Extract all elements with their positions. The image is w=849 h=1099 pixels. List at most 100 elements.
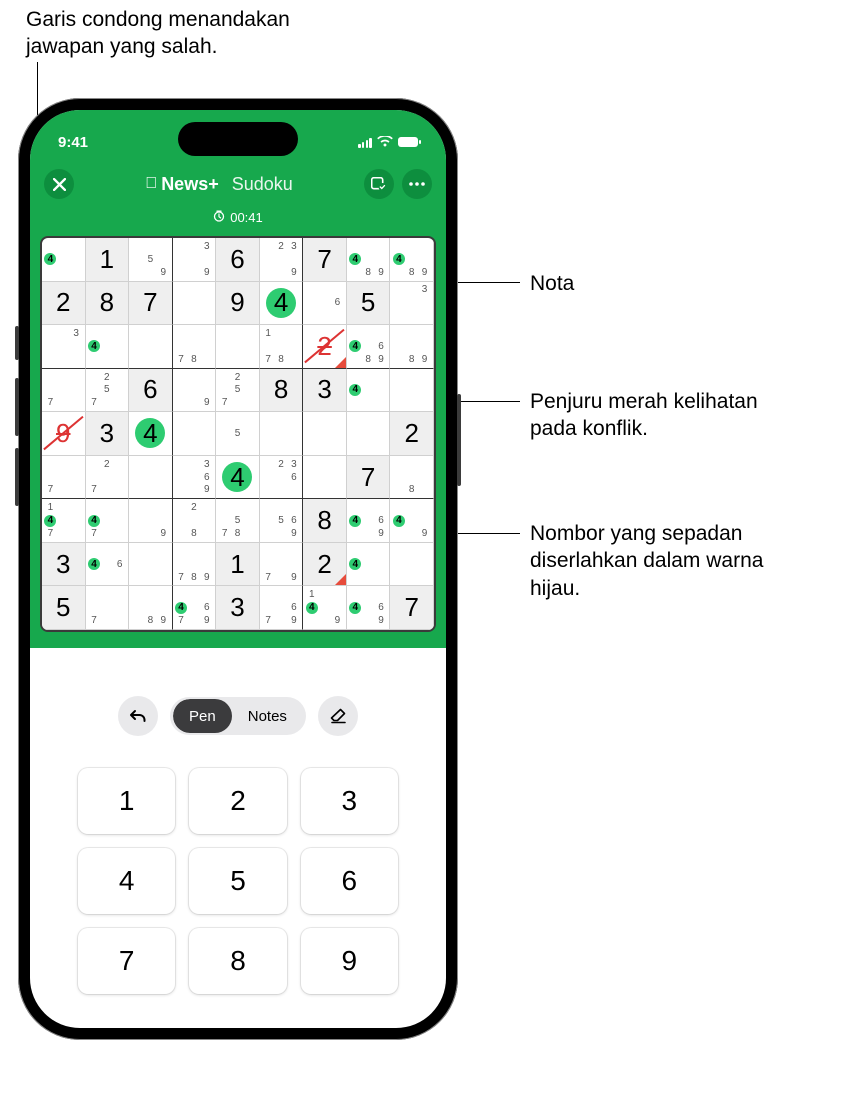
cell-r4-c8[interactable]: 2	[390, 412, 434, 456]
cell-r8-c4[interactable]: 3	[216, 586, 260, 630]
key-8[interactable]: 8	[189, 928, 286, 994]
cell-r1-c2[interactable]: 7	[129, 282, 173, 326]
cell-r5-c5[interactable]: 236	[260, 456, 304, 500]
cell-r2-c8[interactable]: 89	[390, 325, 434, 369]
cell-r4-c0[interactable]: 9	[42, 412, 86, 456]
cell-r1-c5[interactable]: 4	[260, 282, 304, 326]
cell-r6-c6[interactable]: 8	[303, 499, 347, 543]
cell-r7-c1[interactable]: 46	[86, 543, 130, 587]
cell-r5-c7[interactable]: 7	[347, 456, 391, 500]
cell-r0-c1[interactable]: 1	[86, 238, 130, 282]
key-6[interactable]: 6	[301, 848, 398, 914]
sudoku-board[interactable]: 4159396239748948928794653347817824689897…	[40, 236, 436, 632]
cell-r8-c1[interactable]: 7	[86, 586, 130, 630]
cell-r5-c4[interactable]: 4	[216, 456, 260, 500]
cell-r8-c7[interactable]: 469	[347, 586, 391, 630]
cell-r3-c4[interactable]: 257	[216, 369, 260, 413]
cell-r3-c5[interactable]: 8	[260, 369, 304, 413]
cell-r6-c5[interactable]: 569	[260, 499, 304, 543]
check-button[interactable]	[364, 169, 394, 199]
cell-r2-c5[interactable]: 178	[260, 325, 304, 369]
cell-r6-c2[interactable]: 9	[129, 499, 173, 543]
cell-r3-c1[interactable]: 257	[86, 369, 130, 413]
cell-r8-c2[interactable]: 89	[129, 586, 173, 630]
cell-r6-c3[interactable]: 28	[173, 499, 217, 543]
cell-r6-c7[interactable]: 469	[347, 499, 391, 543]
cell-r7-c7[interactable]: 4	[347, 543, 391, 587]
cell-r3-c0[interactable]: 7	[42, 369, 86, 413]
cell-r7-c5[interactable]: 79	[260, 543, 304, 587]
mode-notes[interactable]: Notes	[232, 699, 303, 733]
cell-r2-c1[interactable]: 4	[86, 325, 130, 369]
cell-r2-c4[interactable]	[216, 325, 260, 369]
mode-pen[interactable]: Pen	[173, 699, 232, 733]
cell-r7-c2[interactable]	[129, 543, 173, 587]
cell-r8-c6[interactable]: 149	[303, 586, 347, 630]
cell-r5-c8[interactable]: 8	[390, 456, 434, 500]
more-button[interactable]	[402, 169, 432, 199]
cell-r3-c7[interactable]: 4	[347, 369, 391, 413]
cell-r5-c2[interactable]	[129, 456, 173, 500]
cell-r4-c1[interactable]: 3	[86, 412, 130, 456]
key-7[interactable]: 7	[78, 928, 175, 994]
cell-r4-c2[interactable]: 4	[129, 412, 173, 456]
cell-r0-c2[interactable]: 59	[129, 238, 173, 282]
cell-r3-c3[interactable]: 9	[173, 369, 217, 413]
cell-r6-c4[interactable]: 578	[216, 499, 260, 543]
cell-r4-c5[interactable]	[260, 412, 304, 456]
cell-r2-c2[interactable]	[129, 325, 173, 369]
cell-r6-c8[interactable]: 49	[390, 499, 434, 543]
key-4[interactable]: 4	[78, 848, 175, 914]
undo-button[interactable]	[118, 696, 158, 736]
cell-r0-c3[interactable]: 39	[173, 238, 217, 282]
cell-r1-c0[interactable]: 2	[42, 282, 86, 326]
cell-value: 7	[317, 244, 331, 275]
cell-r6-c0[interactable]: 147	[42, 499, 86, 543]
cell-r8-c8[interactable]: 7	[390, 586, 434, 630]
cell-r8-c3[interactable]: 4679	[173, 586, 217, 630]
cell-r4-c4[interactable]: 5	[216, 412, 260, 456]
cell-r5-c0[interactable]: 7	[42, 456, 86, 500]
cell-r2-c0[interactable]: 3	[42, 325, 86, 369]
cell-r0-c4[interactable]: 6	[216, 238, 260, 282]
cell-r3-c2[interactable]: 6	[129, 369, 173, 413]
cell-r5-c3[interactable]: 369	[173, 456, 217, 500]
cell-r2-c6[interactable]: 2	[303, 325, 347, 369]
cell-r7-c6[interactable]: 2	[303, 543, 347, 587]
cell-r1-c6[interactable]: 6	[303, 282, 347, 326]
cell-r0-c8[interactable]: 489	[390, 238, 434, 282]
cell-r0-c5[interactable]: 239	[260, 238, 304, 282]
cell-r3-c6[interactable]: 3	[303, 369, 347, 413]
cell-r8-c0[interactable]: 5	[42, 586, 86, 630]
cell-r1-c4[interactable]: 9	[216, 282, 260, 326]
close-button[interactable]	[44, 169, 74, 199]
cell-r2-c7[interactable]: 4689	[347, 325, 391, 369]
cell-r1-c1[interactable]: 8	[86, 282, 130, 326]
cell-r7-c0[interactable]: 3	[42, 543, 86, 587]
cell-r4-c3[interactable]	[173, 412, 217, 456]
cell-r3-c8[interactable]	[390, 369, 434, 413]
erase-button[interactable]	[318, 696, 358, 736]
key-1[interactable]: 1	[78, 768, 175, 834]
key-5[interactable]: 5	[189, 848, 286, 914]
cell-r4-c6[interactable]	[303, 412, 347, 456]
cell-r0-c6[interactable]: 7	[303, 238, 347, 282]
cell-r6-c1[interactable]: 47	[86, 499, 130, 543]
cell-r8-c5[interactable]: 679	[260, 586, 304, 630]
cell-r0-c7[interactable]: 489	[347, 238, 391, 282]
key-3[interactable]: 3	[301, 768, 398, 834]
cell-r5-c6[interactable]	[303, 456, 347, 500]
cell-r1-c8[interactable]: 3	[390, 282, 434, 326]
key-2[interactable]: 2	[189, 768, 286, 834]
cell-r2-c3[interactable]: 78	[173, 325, 217, 369]
cell-r5-c1[interactable]: 27	[86, 456, 130, 500]
cell-r4-c7[interactable]	[347, 412, 391, 456]
cell-r1-c3[interactable]	[173, 282, 217, 326]
cell-r7-c4[interactable]: 1	[216, 543, 260, 587]
cell-r7-c3[interactable]: 789	[173, 543, 217, 587]
key-9[interactable]: 9	[301, 928, 398, 994]
cell-r0-c0[interactable]: 4	[42, 238, 86, 282]
cell-notes: 6	[305, 284, 344, 323]
cell-r7-c8[interactable]	[390, 543, 434, 587]
cell-r1-c7[interactable]: 5	[347, 282, 391, 326]
